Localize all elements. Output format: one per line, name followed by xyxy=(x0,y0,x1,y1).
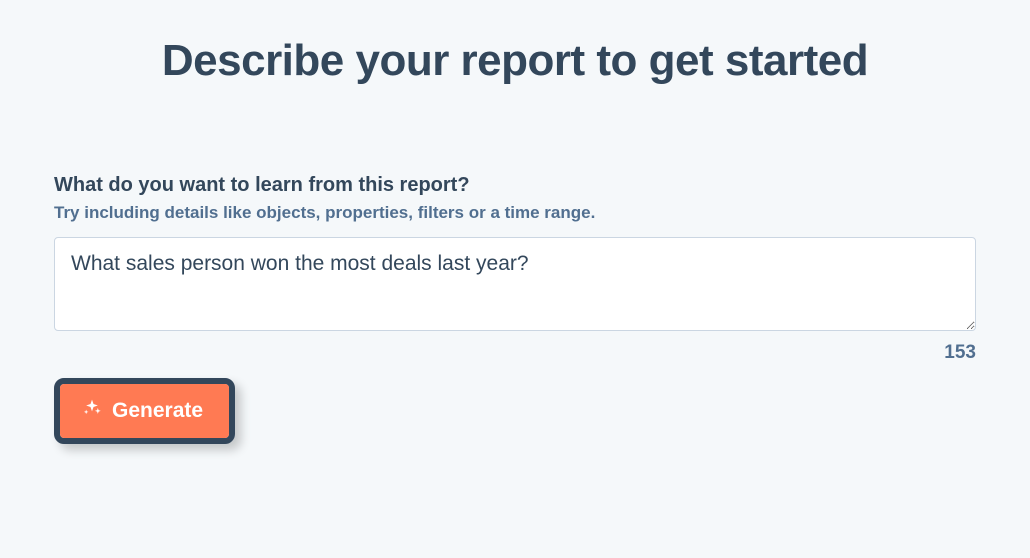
prompt-section: What do you want to learn from this repo… xyxy=(54,174,976,444)
prompt-textarea[interactable] xyxy=(54,237,976,331)
report-prompt-container: Describe your report to get started What… xyxy=(0,36,1030,444)
generate-button-highlight: Generate xyxy=(54,378,235,444)
page-title: Describe your report to get started xyxy=(54,36,976,86)
sparkle-icon xyxy=(82,398,102,424)
prompt-hint: Try including details like objects, prop… xyxy=(54,203,976,223)
generate-button[interactable]: Generate xyxy=(60,384,229,438)
prompt-label: What do you want to learn from this repo… xyxy=(54,174,976,197)
character-count: 153 xyxy=(54,342,976,364)
generate-button-label: Generate xyxy=(112,399,203,423)
